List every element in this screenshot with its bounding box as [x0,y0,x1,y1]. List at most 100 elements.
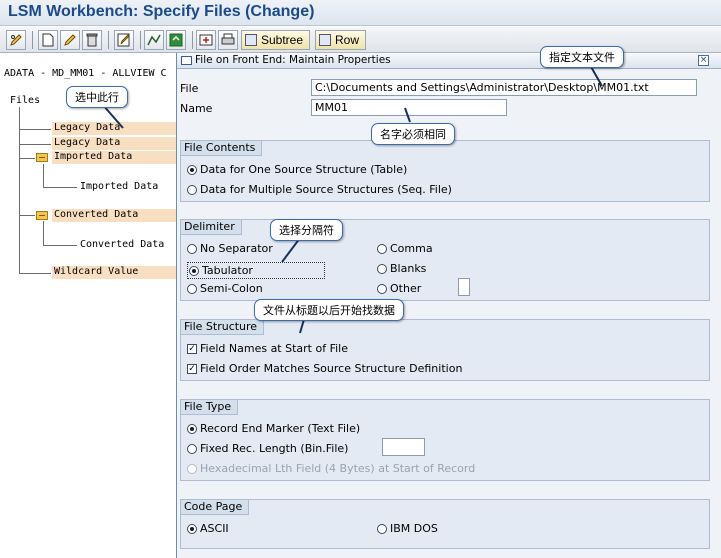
option-semi-colon[interactable]: Semi-Colon [187,282,263,295]
radio-icon[interactable] [377,283,387,294]
option-hex-length-field: Hexadecimal Lth Field (4 Bytes) at Start… [187,462,475,475]
insert-icon [199,34,213,46]
tree-item-converted-data-folder[interactable]: Converted Data [54,209,138,220]
trash-icon [86,33,98,47]
radio-icon[interactable] [187,443,197,454]
rename-button[interactable] [114,30,134,50]
name-field[interactable]: MM01 [311,99,507,116]
name-label: Name [180,102,213,115]
radio-icon[interactable] [377,243,387,254]
edit-document-icon [117,33,130,47]
edit-button[interactable] [60,30,80,50]
callout-specify-text-file: 指定文本文件 [540,46,624,68]
row-icon [319,34,331,46]
option-no-separator[interactable]: No Separator [187,242,273,255]
subtree-icon [245,34,257,46]
tree-item-converted-data[interactable]: Converted Data [80,239,164,250]
new-page-icon [42,33,54,47]
pencil-glasses-icon [10,34,22,46]
radio-icon[interactable] [187,243,197,254]
option-ibm-dos[interactable]: IBM DOS [377,522,438,535]
delimiter-title: Delimiter [181,220,242,235]
delimiter-group: Delimiter No Separator Tabulator Semi-Co… [180,219,710,301]
option-blanks[interactable]: Blanks [377,262,426,275]
tree-item-imported-data[interactable]: Imported Data [80,181,158,192]
tree-line [19,107,20,274]
toolbar-separator [32,31,33,49]
option-record-end-marker[interactable]: Record End Marker (Text File) [187,422,360,435]
dialog-titlebar: File on Front End: Maintain Properties × [177,53,721,69]
tree-expand-icon [147,34,161,46]
tree-line [19,129,51,130]
folder-icon[interactable] [36,211,48,220]
folder-icon[interactable] [36,153,48,162]
create-button[interactable] [38,30,58,50]
code-page-group: Code Page ASCII IBM DOS [180,499,710,549]
refresh-button[interactable] [166,30,186,50]
callout-find-after-header: 文件从标题以后开始找数据 [254,299,404,321]
fixed-length-input[interactable] [382,438,425,456]
print-button[interactable] [218,30,238,50]
toolbar-separator [192,31,193,49]
tree-files-label: Files [10,95,41,106]
row-label: Row [335,33,360,47]
pencil-icon [64,34,76,46]
dialog-title: File on Front End: Maintain Properties [195,54,391,66]
callout-choose-separator: 选择分隔符 [270,219,343,241]
file-contents-group: File Contents Data for One Source Struct… [180,140,710,202]
tree-item-imported-data-folder[interactable]: Imported Data [54,151,132,162]
option-tabulator[interactable]: Tabulator [187,262,325,279]
option-field-names[interactable]: ✓ Field Names at Start of File [187,342,348,355]
checkbox-checked-icon[interactable]: ✓ [187,343,197,354]
file-structure-group: File Structure ✓ Field Names at Start of… [180,319,710,381]
radio-disabled-icon [187,463,197,474]
checkbox-checked-icon[interactable]: ✓ [187,363,197,374]
option-ascii[interactable]: ASCII [187,522,229,535]
radio-icon[interactable] [377,523,387,534]
subtree-label: Subtree [261,33,304,47]
radio-selected-icon[interactable] [187,164,197,175]
radio-selected-icon[interactable] [187,523,197,534]
radio-icon[interactable] [377,263,387,274]
display-change-button[interactable] [6,30,26,50]
file-structure-title: File Structure [181,320,265,335]
insert-button[interactable] [196,30,216,50]
print-icon [221,33,235,45]
tree-line [43,221,44,246]
tree-item-wildcard-value[interactable]: Wildcard Value [54,266,138,277]
file-type-group: File Type Record End Marker (Text File) … [180,399,710,481]
option-other[interactable]: Other [377,282,421,295]
tree-line [19,158,35,159]
expand-button[interactable] [144,30,164,50]
dialog-window-icon [181,56,192,65]
tree-line [43,245,77,246]
refresh-icon [169,33,183,47]
callout-name-must-match: 名字必须相同 [371,123,455,145]
option-one-source-structure[interactable]: Data for One Source Structure (Table) [187,163,407,176]
tree-item-legacy-data-2[interactable]: Legacy Data [54,137,120,148]
tree-header: ADATA - MD_MM01 - ALLVIEW C [4,68,167,79]
file-tree-panel: ADATA - MD_MM01 - ALLVIEW C Files Legacy… [0,54,176,558]
callout-select-row: 选中此行 [66,86,128,108]
file-path-field[interactable]: C:\Documents and Settings\Administrator\… [311,79,697,96]
title-bar: LSM Workbench: Specify Files (Change) [0,0,721,26]
option-comma[interactable]: Comma [377,242,433,255]
option-fixed-length[interactable]: Fixed Rec. Length (Bin.File) [187,442,348,455]
tree-line [19,215,35,216]
radio-selected-icon[interactable] [187,423,197,434]
option-multiple-source-structures[interactable]: Data for Multiple Source Structures (Seq… [187,183,452,196]
radio-icon[interactable] [187,283,197,294]
row-button[interactable]: Row [315,30,367,50]
tree-item-legacy-data-1[interactable]: Legacy Data [54,122,120,133]
toolbar-separator [108,31,109,49]
radio-icon[interactable] [187,184,197,195]
code-page-title: Code Page [181,500,250,515]
other-delimiter-input[interactable] [458,278,470,296]
option-field-order[interactable]: ✓ Field Order Matches Source Structure D… [187,362,462,375]
close-icon[interactable]: × [698,55,709,66]
tree-line [19,273,51,274]
subtree-button[interactable]: Subtree [241,30,311,50]
radio-selected-icon[interactable] [189,265,199,276]
delete-button[interactable] [82,30,102,50]
file-type-title: File Type [181,400,239,415]
